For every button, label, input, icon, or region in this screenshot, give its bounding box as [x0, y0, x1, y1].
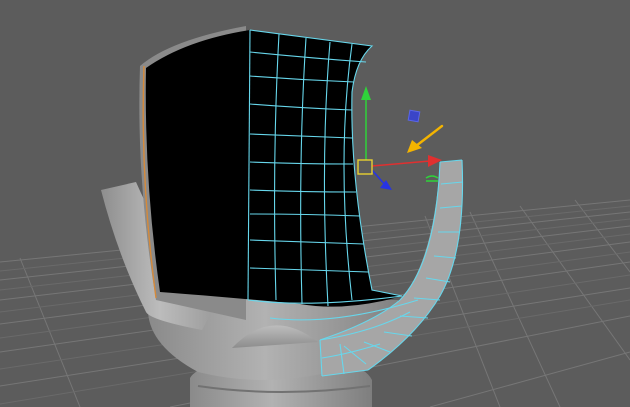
xz-plane-handle-icon[interactable]	[407, 109, 421, 123]
3d-viewport[interactable]	[0, 0, 630, 407]
viewport-canvas[interactable]	[0, 0, 630, 407]
